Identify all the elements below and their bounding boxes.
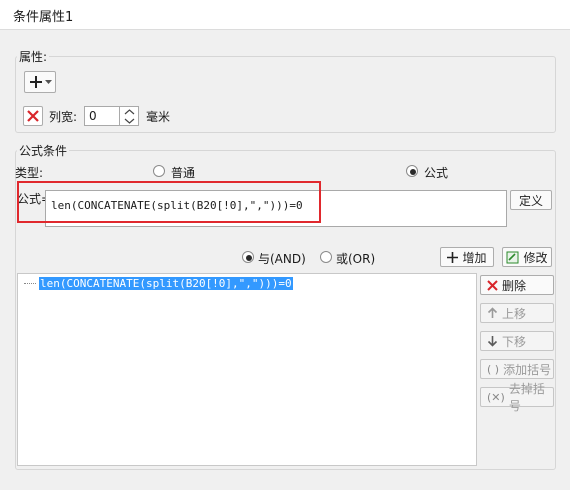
radio-normal[interactable]	[153, 165, 165, 177]
define-button[interactable]: 定义	[510, 190, 552, 210]
move-down-label: 下移	[502, 334, 527, 349]
add-attribute-dropdown[interactable]	[24, 71, 56, 93]
column-width-value: 0	[89, 109, 97, 123]
formula-group-label: 公式条件	[17, 142, 70, 159]
formula-highlight-box	[17, 181, 321, 223]
condition-item[interactable]: len(CONCATENATE(split(B20[!0],",")))=0	[39, 277, 293, 290]
remove-bracket-label: 去掉括号	[508, 382, 545, 413]
condition-list[interactable]: len(CONCATENATE(split(B20[!0],",")))=0	[17, 273, 477, 466]
column-width-field[interactable]: 0	[84, 106, 120, 126]
type-label: 类型:	[15, 166, 44, 180]
bracket-icon: ( )	[487, 362, 500, 376]
add-button[interactable]: 增加	[440, 247, 494, 267]
move-down-button[interactable]: 下移	[480, 331, 554, 351]
column-width-label: 列宽:	[49, 110, 78, 124]
plus-icon	[29, 76, 42, 88]
remove-bracket-icon: (✕)	[487, 390, 505, 404]
add-button-label: 增加	[462, 250, 487, 265]
delete-button-label: 删除	[502, 278, 527, 293]
radio-and[interactable]	[242, 251, 254, 263]
attributes-label: 属性:	[17, 48, 50, 65]
radio-or[interactable]	[320, 251, 332, 263]
remove-bracket-button[interactable]: (✕) 去掉括号	[480, 382, 554, 413]
modify-button[interactable]: 修改	[502, 247, 552, 267]
radio-and-label[interactable]: 与(AND)	[258, 250, 306, 267]
radio-or-label[interactable]: 或(OR)	[336, 250, 375, 267]
column-width-stepper[interactable]	[119, 106, 139, 126]
window-title: 条件属性1	[13, 10, 74, 25]
delete-button[interactable]: 删除	[480, 275, 554, 295]
arrow-up-icon	[487, 307, 498, 318]
chevron-down-icon	[44, 79, 52, 84]
tree-connector	[24, 283, 36, 284]
radio-formula-label[interactable]: 公式	[424, 164, 448, 181]
title-bar: 条件属性1	[0, 0, 570, 30]
close-icon	[27, 110, 39, 122]
remove-attribute-button[interactable]	[23, 106, 43, 126]
stepper-down-icon[interactable]	[124, 118, 135, 124]
add-bracket-label: 添加括号	[503, 362, 552, 377]
radio-formula[interactable]	[406, 165, 418, 177]
plus-icon	[447, 251, 459, 263]
move-up-button[interactable]: 上移	[480, 303, 554, 323]
unit-label: 毫米	[146, 110, 171, 124]
arrow-down-icon	[487, 336, 498, 347]
condition-item-text: len(CONCATENATE(split(B20[!0],",")))=0	[40, 277, 292, 290]
stepper-up-icon[interactable]	[124, 109, 135, 115]
close-icon	[487, 279, 498, 291]
add-bracket-button[interactable]: ( ) 添加括号	[480, 359, 554, 379]
radio-normal-label[interactable]: 普通	[171, 164, 195, 181]
move-up-label: 上移	[502, 306, 527, 321]
edit-icon	[506, 251, 519, 263]
modify-button-label: 修改	[523, 250, 548, 265]
